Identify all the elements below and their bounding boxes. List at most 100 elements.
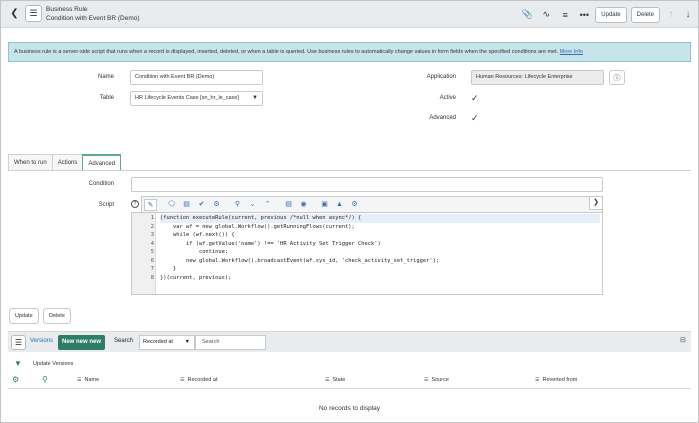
settings-icon[interactable]: ⚙ — [348, 199, 361, 211]
filter-icon[interactable]: ▼ — [14, 359, 22, 368]
collapse-icon[interactable]: ⊟ — [680, 336, 686, 344]
name-field[interactable]: Condition with Event BR (Demo) — [130, 70, 263, 85]
filter-text[interactable]: Update Versions — [33, 361, 73, 367]
column-label: Recorded at — [187, 377, 218, 383]
share-icon[interactable]: ▲ — [333, 199, 346, 211]
tab-advanced[interactable]: Advanced — [82, 154, 122, 170]
column-label: Reverted from — [542, 377, 578, 383]
column-label: State — [332, 377, 346, 383]
code-line: var wf = new global.Workflow().getRunnin… — [160, 223, 355, 230]
tab-actions[interactable]: Actions — [51, 154, 84, 170]
column-menu-icon: ☰ — [77, 377, 82, 383]
check-syntax-icon[interactable]: ✔ — [195, 199, 208, 211]
toggle-syntax-icon[interactable]: ✎ — [144, 198, 157, 211]
context-menu-button[interactable]: ☰ — [25, 5, 42, 22]
new-button[interactable]: New new new — [58, 335, 106, 350]
condition-input[interactable] — [131, 177, 603, 192]
record-name: Condition with Event BR (Demo) — [46, 15, 140, 22]
record-type: Business Rule — [46, 6, 88, 13]
column-label: Source — [431, 377, 449, 383]
code-line: while (wf.next()) { — [160, 232, 235, 238]
gear-icon[interactable]: ⚙ — [12, 375, 19, 384]
tab-when-to-run[interactable]: When to run — [8, 154, 53, 170]
line-number: 8 — [150, 274, 154, 281]
application-label: Application — [426, 74, 456, 80]
find-next-icon[interactable]: ⌄ — [246, 199, 259, 211]
expand-editor-icon[interactable]: ❯ — [589, 196, 603, 210]
script-tree-icon[interactable]: ▤ — [282, 199, 295, 211]
table-select[interactable]: HR Lifecycle Events Case [sn_hr_le_case]… — [130, 91, 263, 106]
line-gutter: 1 2 3 4 5 6 7 8 — [132, 213, 156, 294]
search-icon[interactable]: ⚲ — [42, 375, 48, 384]
delete-button-bottom[interactable]: Delete — [43, 308, 71, 324]
column-source[interactable]: ☰ Source — [424, 377, 449, 383]
search-field-value: Recorded at — [143, 339, 173, 345]
column-menu-icon: ☰ — [535, 377, 540, 383]
line-number: 6 — [150, 257, 154, 264]
line-number: 4 — [150, 240, 154, 247]
column-state[interactable]: ☰ State — [325, 377, 345, 383]
info-icon[interactable]: ⓘ — [609, 70, 625, 85]
line-number: 7 — [150, 266, 154, 272]
active-label: Active — [439, 95, 456, 101]
column-menu-icon: ☰ — [180, 377, 185, 383]
update-button-bottom[interactable]: Update — [9, 308, 39, 324]
search-icon[interactable]: ⚲ — [231, 199, 244, 211]
search-input[interactable]: Search — [195, 335, 266, 350]
format-code-icon[interactable]: ▤ — [180, 199, 193, 211]
advanced-label: Advanced — [429, 115, 456, 121]
code-line: })(current, previous); — [160, 274, 232, 281]
column-reverted-from[interactable]: ☰ Reverted from — [535, 377, 577, 383]
save-icon[interactable]: ▣ — [318, 199, 331, 211]
script-editor[interactable]: 1 2 3 4 5 6 7 8 (function executeRule(cu… — [131, 212, 603, 295]
code-line: } — [160, 266, 177, 272]
form-title: Business Rule Condition with Event BR (D… — [46, 5, 140, 23]
attachment-icon[interactable]: 📎 — [519, 7, 535, 23]
application-field: Human Resources: Lifecycle Enterprise — [471, 70, 604, 85]
debug-icon[interactable]: ⚙ — [210, 199, 223, 211]
form-header: ❮ ☰ Business Rule Condition with Event B… — [1, 1, 698, 28]
back-icon[interactable]: ❮ — [7, 6, 22, 21]
condition-label: Condition — [88, 181, 114, 187]
column-label: Name — [84, 377, 100, 383]
help-circle-icon[interactable]: ◉ — [297, 199, 310, 211]
line-number: 5 — [150, 249, 154, 255]
help-icon[interactable]: ? — [131, 200, 139, 208]
line-number: 3 — [150, 232, 154, 238]
find-previous-icon[interactable]: ⌃ — [261, 199, 274, 211]
comment-icon[interactable]: 🗨 — [165, 199, 178, 211]
chevron-down-icon: ▼ — [184, 339, 190, 345]
chevron-down-icon: ▼ — [252, 95, 258, 101]
column-recorded-at[interactable]: ☰ Recorded at — [180, 377, 217, 383]
search-label: Search — [114, 338, 134, 344]
name-label: Name — [97, 74, 114, 80]
section-tabs: When to run Actions Advanced — [8, 154, 122, 170]
more-info-link[interactable]: More Info — [560, 49, 583, 55]
line-number: 2 — [150, 223, 154, 230]
delete-button[interactable]: Delete — [630, 6, 660, 23]
previous-record-icon[interactable]: ↑ — [664, 7, 678, 23]
column-menu-icon: ☰ — [325, 377, 330, 383]
empty-list-message: No records to display — [318, 405, 381, 412]
code-line: continue; — [160, 249, 229, 255]
info-banner: A business rule is a server-side script … — [8, 42, 691, 62]
more-options-icon[interactable]: ••• — [576, 7, 592, 23]
banner-text: A business rule is a server-side script … — [14, 49, 560, 55]
settings-sliders-icon[interactable]: ≡ — [557, 7, 573, 23]
tab-versions[interactable]: Versions — [30, 338, 53, 344]
script-label: Script — [98, 202, 114, 208]
advanced-checkbox[interactable]: ✓ — [471, 113, 481, 123]
related-list-header: ☰ Versions New new new Search Recorded a… — [8, 331, 691, 352]
column-menu-icon: ☰ — [424, 377, 429, 383]
list-menu-icon[interactable]: ☰ — [11, 335, 26, 350]
column-name[interactable]: ☰ Name — [77, 377, 99, 383]
active-checkbox[interactable]: ✓ — [471, 93, 481, 103]
search-field-select[interactable]: Recorded at ▼ — [139, 335, 195, 350]
activity-icon[interactable]: ∿ — [538, 7, 554, 23]
next-record-icon[interactable]: ↓ — [681, 7, 695, 23]
code-line: (function executeRule(current, previous … — [160, 214, 600, 223]
code-line: if (wf.getValue('name') !== 'HR Activity… — [160, 240, 381, 247]
code-line: new global.Workflow().broadcastEvent(wf.… — [160, 257, 440, 264]
update-button[interactable]: Update — [595, 6, 627, 23]
table-label: Table — [99, 95, 114, 101]
